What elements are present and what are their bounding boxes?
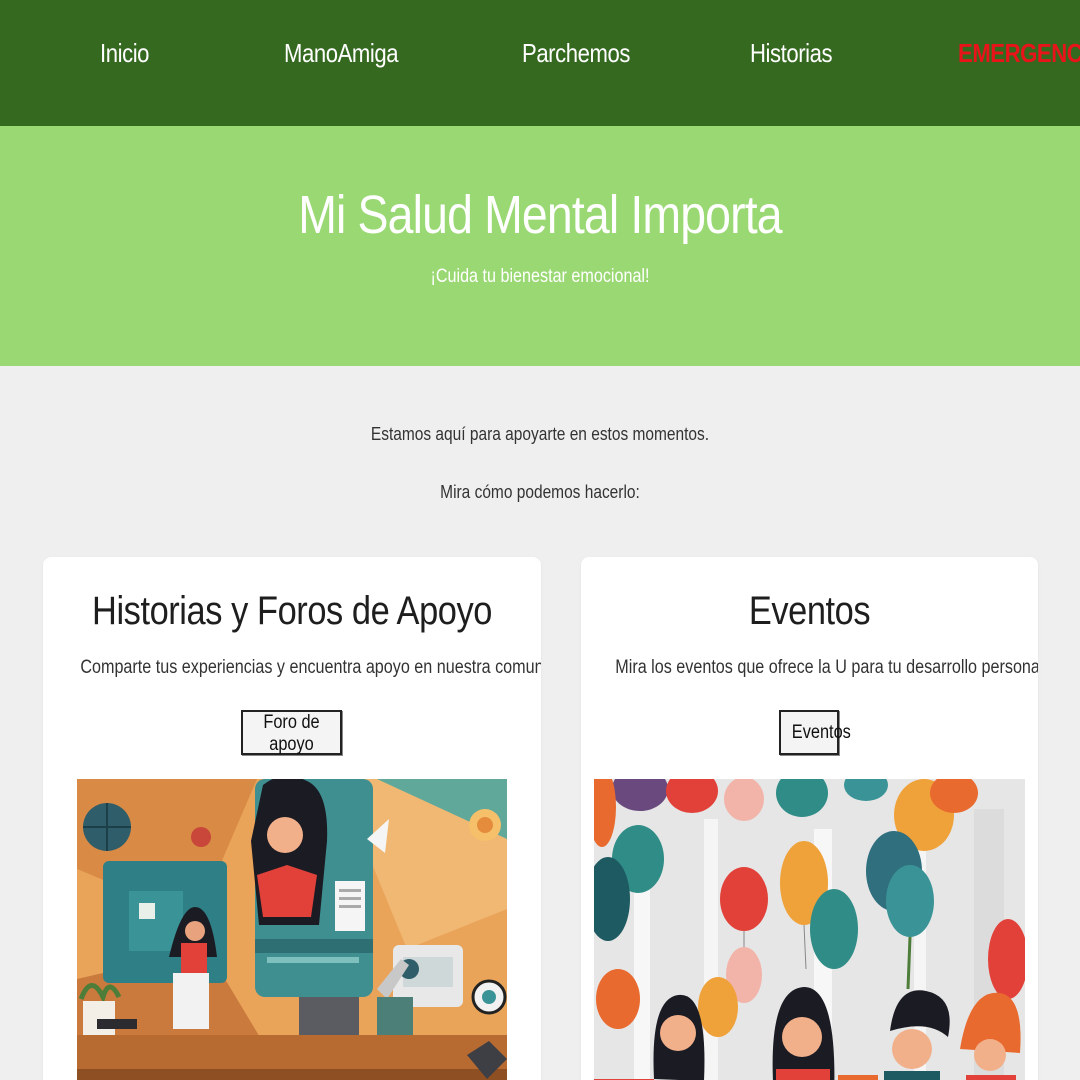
top-navigation: Inicio ManoAmiga Parchemos Historias EME…	[0, 0, 1080, 126]
card-description: Comparte tus experiencias y encuentra ap…	[80, 657, 541, 678]
forum-illustration	[77, 779, 507, 1080]
nav-link-emergencia[interactable]: EMERGENCIA	[958, 38, 1080, 69]
card-description: Mira los eventos que ofrece la U para tu…	[615, 657, 1038, 678]
intro-text-line2: Mira cómo podemos hacerlo:	[440, 482, 640, 502]
hero-subtitle: ¡Cuida tu bienestar emocional!	[430, 266, 650, 287]
card-support-forums: Historias y Foros de Apoyo Comparte tus …	[43, 557, 541, 1080]
page-title: Mi Salud Mental Importa	[298, 185, 782, 245]
hero-banner: Mi Salud Mental Importa ¡Cuida tu bienes…	[0, 126, 1080, 366]
events-illustration	[594, 779, 1025, 1080]
forum-button[interactable]: Foro de apoyo	[241, 710, 342, 755]
events-button[interactable]: Eventos	[779, 710, 851, 755]
nav-link-parchemos[interactable]: Parchemos	[522, 38, 630, 69]
nav-link-manoamiga[interactable]: ManoAmiga	[284, 38, 399, 69]
card-title: Historias y Foros de Apoyo	[92, 589, 492, 633]
intro-text-line1: Estamos aquí para apoyarte en estos mome…	[370, 424, 710, 444]
card-title: Eventos	[748, 589, 871, 633]
nav-link-inicio[interactable]: Inicio	[100, 38, 149, 69]
card-events: Eventos Mira los eventos que ofrece la U…	[581, 557, 1038, 1080]
nav-link-historias[interactable]: Historias	[750, 38, 833, 69]
